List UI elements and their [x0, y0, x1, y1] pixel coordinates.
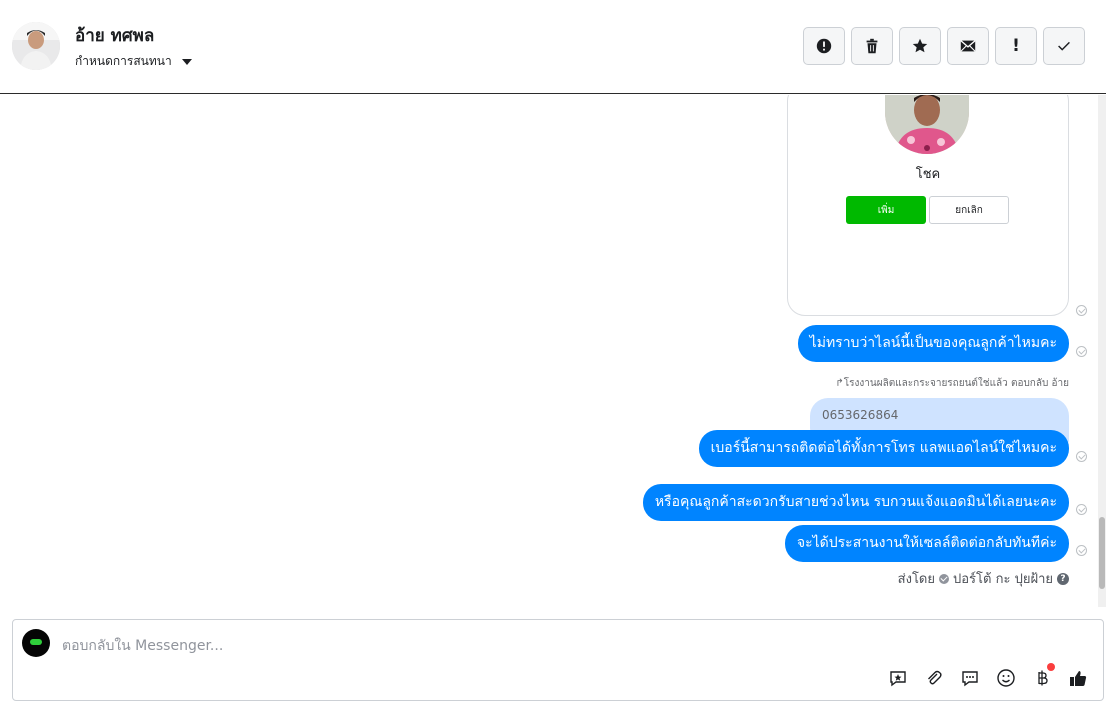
verified-check-icon — [939, 573, 949, 584]
message-thread[interactable]: โชค เพิ่ม ยกเลิก ไม่ทราบว่าไลน์นี้เป็นขอ… — [0, 95, 1106, 607]
done-button[interactable] — [1043, 27, 1085, 65]
star-button[interactable] — [899, 27, 941, 65]
sender-name: ปอร์โต้ กะ ปุยฝ้าย — [953, 572, 1053, 587]
message-bubble[interactable]: จะได้ประสานงานให้เซลล์ติดต่อกลับทันทีค่ะ — [784, 525, 1069, 562]
reply-context: ↱โรงงานผลิตและกระจายรถยนต์ใช่แล้ว ตอบกลั… — [835, 376, 1069, 391]
assign-label: กำหนดการสนทนา — [75, 54, 172, 68]
notification-dot — [1047, 663, 1055, 671]
attach-button[interactable] — [923, 667, 945, 689]
contact-card: โชค เพิ่ม ยกเลิก — [787, 95, 1069, 316]
thumbs-up-icon — [1070, 671, 1087, 686]
emoji-button[interactable] — [995, 667, 1017, 689]
assign-conversation-dropdown[interactable]: กำหนดการสนทนา — [75, 52, 192, 71]
scrollbar-thumb[interactable] — [1099, 517, 1105, 589]
reply-note-text: โรงงานผลิตและกระจายรถยนต์ใช่แล้ว ตอบกลับ… — [843, 378, 1069, 389]
cancel-button[interactable]: ยกเลิก — [929, 196, 1009, 224]
thread-scrollbar[interactable] — [1098, 95, 1106, 607]
page-avatar — [22, 629, 50, 657]
sent-by-prefix: ส่งโดย — [897, 572, 935, 587]
sent-by-line: ส่งโดย ปอร์โต้ กะ ปุยฝ้าย ? — [898, 568, 1069, 589]
like-button[interactable] — [1067, 667, 1089, 689]
trash-icon — [866, 38, 878, 54]
follow-up-button[interactable]: ! — [995, 27, 1037, 65]
baht-icon — [1038, 670, 1048, 686]
seen-check-icon — [1076, 451, 1087, 462]
quick-reply-button[interactable] — [959, 667, 981, 689]
payment-button[interactable] — [1031, 663, 1055, 689]
help-icon[interactable]: ? — [1057, 572, 1069, 585]
caret-down-icon — [181, 59, 192, 65]
contact-avatar[interactable] — [12, 22, 60, 70]
add-button[interactable]: เพิ่ม — [846, 196, 926, 224]
seen-check-icon — [1076, 545, 1087, 556]
checkmark-icon — [1058, 41, 1070, 51]
saved-reply-icon — [890, 671, 906, 687]
contact-name: อ้าย ทศพล — [75, 26, 155, 46]
mark-unread-button[interactable] — [947, 27, 989, 65]
spam-button[interactable] — [803, 27, 845, 65]
reply-arrow-icon: ↱ — [835, 378, 844, 389]
exclamation-circle-icon — [816, 38, 832, 54]
smiley-icon — [997, 669, 1015, 687]
seen-check-icon — [1076, 504, 1087, 515]
delete-button[interactable] — [851, 27, 893, 65]
envelope-icon — [960, 40, 976, 52]
card-contact-name: โชค — [915, 167, 941, 182]
message-bubble[interactable]: หรือคุณลูกค้าสะดวกรับสายช่วงไหน รบกวนแจ้… — [642, 484, 1069, 521]
message-bubble[interactable]: เบอร์นี้สามารถติดต่อได้ทั้งการโทร แลพแอด… — [698, 430, 1069, 467]
card-avatar — [885, 95, 969, 154]
chat-bubble-icon — [962, 671, 978, 687]
reply-input[interactable]: ตอบกลับใน Messenger... — [62, 635, 223, 657]
message-composer[interactable]: ตอบกลับใน Messenger... — [12, 619, 1104, 701]
exclamation-icon: ! — [1012, 36, 1020, 56]
star-icon — [912, 38, 928, 53]
message-bubble[interactable]: ไม่ทราบว่าไลน์นี้เป็นของคุณลูกค้าไหมคะ — [797, 325, 1069, 362]
paperclip-icon — [928, 670, 942, 685]
header-actions: ! — [803, 27, 1085, 65]
conversation-header: อ้าย ทศพล กำหนดการสนทนา ! — [0, 0, 1106, 94]
composer-tools — [887, 663, 1089, 689]
seen-check-icon — [1076, 305, 1087, 316]
seen-check-icon — [1076, 346, 1087, 357]
saved-reply-button[interactable] — [887, 667, 909, 689]
